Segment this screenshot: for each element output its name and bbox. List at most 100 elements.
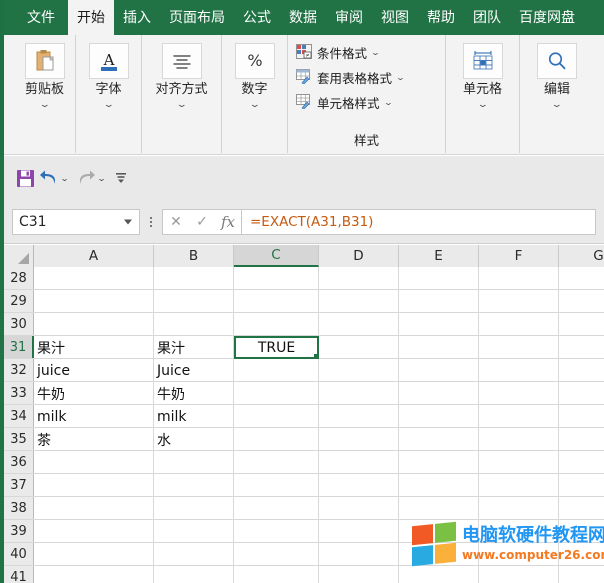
cell-G35[interactable] (559, 428, 604, 451)
cell-G30[interactable] (559, 313, 604, 336)
chevron-down-icon[interactable]: ⌄ (370, 48, 380, 57)
cell-G38[interactable] (559, 497, 604, 520)
cell-E40[interactable] (399, 543, 479, 566)
cell-G33[interactable] (559, 382, 604, 405)
tab-insert[interactable]: 插入 (114, 0, 160, 35)
cell-F39[interactable] (479, 520, 559, 543)
cell-D31[interactable] (319, 336, 399, 359)
cell-B29[interactable] (154, 290, 234, 313)
font-button[interactable]: A 字体 ⌄ (76, 35, 141, 110)
cell-B36[interactable] (154, 451, 234, 474)
tab-file[interactable]: 文件 (14, 0, 68, 35)
row-header-31[interactable]: 31 (4, 336, 34, 358)
cell-D38[interactable] (319, 497, 399, 520)
cell-G28[interactable] (559, 267, 604, 290)
cell-F29[interactable] (479, 290, 559, 313)
cell-C41[interactable] (234, 566, 319, 583)
cell-A31[interactable]: 果汁 (34, 336, 154, 359)
cell-A32[interactable]: juice (34, 359, 154, 382)
clipboard-button[interactable]: 剪贴板 ⌄ (14, 35, 75, 110)
cell-G36[interactable] (559, 451, 604, 474)
customize-qat-button[interactable] (110, 165, 132, 191)
cell-F36[interactable] (479, 451, 559, 474)
cell-C40[interactable] (234, 543, 319, 566)
column-header-E[interactable]: E (399, 245, 479, 267)
cell-A33[interactable]: 牛奶 (34, 382, 154, 405)
number-button[interactable]: % 数字 ⌄ (222, 35, 287, 110)
cell-F28[interactable] (479, 267, 559, 290)
cell-A28[interactable] (34, 267, 154, 290)
cancel-icon[interactable]: ✕ (163, 210, 189, 234)
cell-C29[interactable] (234, 290, 319, 313)
cell-B34[interactable]: milk (154, 405, 234, 428)
styles-item-1[interactable]: 套用表格格式⌄ (296, 68, 404, 87)
chevron-down-icon[interactable]: ⌄ (58, 174, 76, 183)
cell-F41[interactable] (479, 566, 559, 583)
cell-E36[interactable] (399, 451, 479, 474)
cell-A37[interactable] (34, 474, 154, 497)
chevron-down-icon[interactable] (124, 219, 132, 224)
cell-B40[interactable] (154, 543, 234, 566)
column-header-F[interactable]: F (479, 245, 559, 267)
cell-G39[interactable] (559, 520, 604, 543)
cell-D30[interactable] (319, 313, 399, 336)
cell-E29[interactable] (399, 290, 479, 313)
row-header-29[interactable]: 29 (4, 290, 34, 312)
tab-data[interactable]: 数据 (280, 0, 326, 35)
cell-A38[interactable] (34, 497, 154, 520)
confirm-icon[interactable]: ✓ (189, 210, 215, 234)
row-header-35[interactable]: 35 (4, 428, 34, 450)
cell-G31[interactable] (559, 336, 604, 359)
row-header-36[interactable]: 36 (4, 451, 34, 473)
cell-E39[interactable] (399, 520, 479, 543)
cell-F30[interactable] (479, 313, 559, 336)
cell-G41[interactable] (559, 566, 604, 583)
cell-E41[interactable] (399, 566, 479, 583)
row-header-40[interactable]: 40 (4, 543, 34, 565)
cell-F32[interactable] (479, 359, 559, 382)
cell-C31[interactable]: TRUE (234, 336, 319, 359)
cell-B30[interactable] (154, 313, 234, 336)
cell-D41[interactable] (319, 566, 399, 583)
save-button[interactable] (14, 165, 37, 191)
chevron-down-icon[interactable]: ⌄ (551, 101, 563, 110)
cell-E32[interactable] (399, 359, 479, 382)
cell-C30[interactable] (234, 313, 319, 336)
cell-C37[interactable] (234, 474, 319, 497)
cell-D37[interactable] (319, 474, 399, 497)
cell-A41[interactable] (34, 566, 154, 583)
cell-F40[interactable] (479, 543, 559, 566)
cell-C34[interactable] (234, 405, 319, 428)
column-header-C[interactable]: C (234, 245, 319, 267)
chevron-down-icon[interactable]: ⌄ (383, 98, 393, 107)
styles-item-0[interactable]: ≠条件格式⌄ (296, 43, 404, 62)
column-header-G[interactable]: G (559, 245, 604, 267)
tab-home[interactable]: 开始 (68, 0, 114, 35)
row-header-30[interactable]: 30 (4, 313, 34, 335)
cell-E38[interactable] (399, 497, 479, 520)
cell-E30[interactable] (399, 313, 479, 336)
redo-button[interactable] (74, 165, 98, 191)
cell-B31[interactable]: 果汁 (154, 336, 234, 359)
cell-D33[interactable] (319, 382, 399, 405)
cell-F33[interactable] (479, 382, 559, 405)
cell-A39[interactable] (34, 520, 154, 543)
cell-F34[interactable] (479, 405, 559, 428)
chevron-down-icon[interactable]: ⌄ (95, 174, 113, 183)
chevron-down-icon[interactable]: ⌄ (248, 101, 260, 110)
cell-F37[interactable] (479, 474, 559, 497)
alignment-button[interactable]: 对齐方式 ⌄ (142, 35, 221, 110)
cell-D34[interactable] (319, 405, 399, 428)
cell-D29[interactable] (319, 290, 399, 313)
tab-baidu-netdisk[interactable]: 百度网盘 (510, 0, 584, 35)
cell-B35[interactable]: 水 (154, 428, 234, 451)
row-header-41[interactable]: 41 (4, 566, 34, 583)
cell-C32[interactable] (234, 359, 319, 382)
cell-C33[interactable] (234, 382, 319, 405)
chevron-down-icon[interactable]: ⌄ (175, 101, 187, 110)
cell-A34[interactable]: milk (34, 405, 154, 428)
chevron-down-icon[interactable]: ⌄ (476, 101, 488, 110)
cell-E35[interactable] (399, 428, 479, 451)
formula-bar-handle[interactable] (140, 209, 162, 235)
row-header-34[interactable]: 34 (4, 405, 34, 427)
